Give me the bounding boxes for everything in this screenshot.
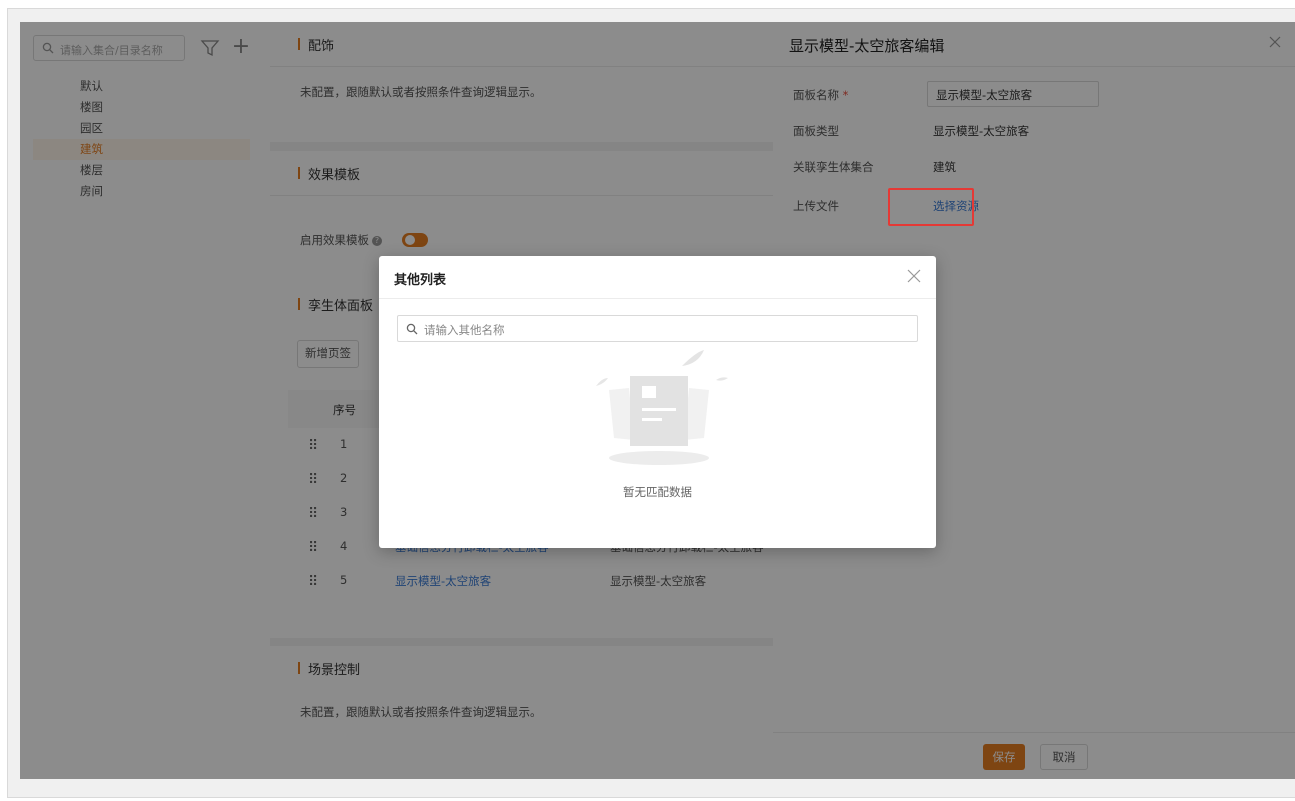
search-placeholder: 请输入其他名称	[424, 323, 505, 337]
modal-header: 其他列表	[379, 256, 936, 299]
empty-state-icon	[596, 350, 728, 465]
other-list-modal: 其他列表 请输入其他名称 暂无匹配数据	[379, 256, 936, 548]
close-icon[interactable]	[907, 269, 921, 283]
empty-state-text: 暂无匹配数据	[623, 485, 692, 499]
search-icon	[406, 323, 418, 335]
other-search-input[interactable]: 请输入其他名称	[397, 315, 918, 342]
modal-title: 其他列表	[394, 273, 447, 288]
highlight-box	[888, 188, 974, 226]
